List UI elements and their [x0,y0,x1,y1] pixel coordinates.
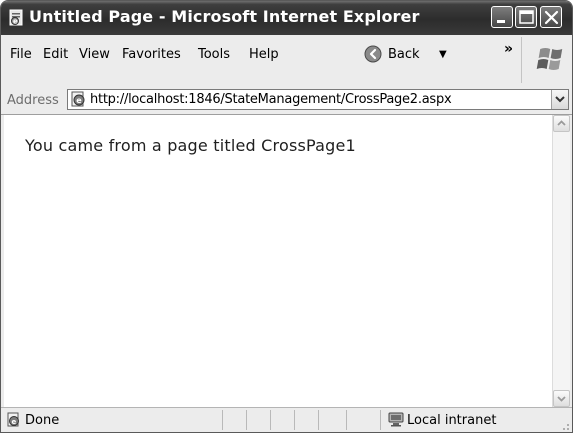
scroll-down-button[interactable] [553,390,570,407]
chevron-down-icon [557,396,566,402]
status-bar: e Done Local intranet [1,407,572,432]
scroll-up-button[interactable] [553,115,570,132]
menu-bar: File Edit View Favorites Tools Help Back… [1,35,572,88]
title-bar[interactable]: e Untitled Page - Microsoft Internet Exp… [1,1,572,35]
local-intranet-icon [387,411,407,428]
status-pane-divider [222,410,223,430]
minimize-button[interactable] [491,6,513,28]
page-icon: e [70,91,87,108]
menu-edit[interactable]: Edit [43,47,68,62]
ie-page-icon: e [7,9,25,27]
status-text: Done [25,413,60,428]
status-pane-divider [270,410,271,430]
address-input[interactable]: e http://localhost:1846/StateManagement/… [67,89,569,110]
maximize-button[interactable] [515,6,537,28]
security-zone-label: Local intranet [407,413,497,428]
svg-text:e: e [12,418,17,426]
menu-view[interactable]: View [79,47,110,62]
status-pane-divider [294,410,295,430]
svg-text:e: e [76,96,82,105]
close-icon [544,10,559,25]
chevron-up-icon [557,120,566,126]
minimize-icon [497,20,505,23]
page-done-icon: e [6,412,22,428]
window-title: Untitled Page - Microsoft Internet Explo… [29,7,420,26]
status-pane-divider [346,410,347,430]
toolbar-overflow-button[interactable]: » [504,41,513,57]
close-button[interactable] [540,6,562,28]
back-label: Back [388,47,420,62]
menu-file[interactable]: File [10,47,32,62]
menu-tools[interactable]: Tools [198,47,230,62]
menu-favorites[interactable]: Favorites [122,47,181,62]
svg-text:e: e [13,18,18,26]
address-bar: Address e http://localhost:1846/StateMan… [1,87,572,115]
status-pane-divider [318,410,319,430]
vertical-scrollbar[interactable] [552,115,570,407]
address-label: Address [7,93,59,108]
resize-grip-icon[interactable] [559,420,570,431]
address-url[interactable]: http://localhost:1846/StateManagement/Cr… [90,92,452,107]
page-content[interactable]: You came from a page titled CrossPage1 [4,115,552,407]
toolbar-divider [521,37,522,83]
status-pane-divider [246,410,247,430]
status-pane-divider [380,410,381,430]
chevron-down-icon[interactable]: ▼ [439,49,447,60]
windows-logo-icon [534,39,566,75]
menu-help[interactable]: Help [249,47,279,62]
address-dropdown-button[interactable] [551,90,568,109]
chevron-down-icon [555,96,565,103]
back-arrow-icon [364,45,382,63]
browser-window: e Untitled Page - Microsoft Internet Exp… [0,0,573,433]
page-message: You came from a page titled CrossPage1 [25,136,356,155]
maximize-icon [519,10,534,24]
